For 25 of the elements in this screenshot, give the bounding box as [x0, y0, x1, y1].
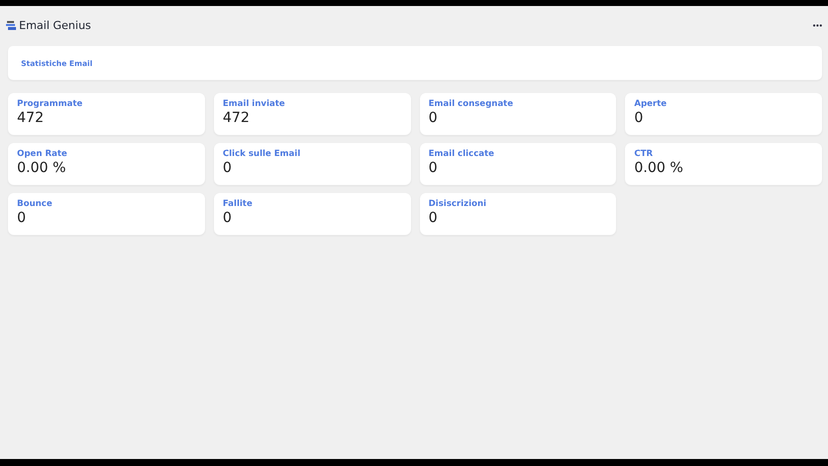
stat-label: CTR — [634, 149, 654, 159]
stat-label: Aperte — [634, 99, 668, 109]
stat-label: Click sulle Email — [222, 149, 302, 159]
stat-value: 0 — [222, 210, 233, 226]
stat-value: 472 — [17, 110, 45, 126]
stat-value: 0.00 % — [17, 160, 67, 176]
more-menu-icon[interactable] — [813, 24, 822, 26]
stat-label: Bounce — [17, 199, 54, 209]
stat-value: 0 — [17, 210, 27, 226]
stat-label: Email inviate — [222, 99, 286, 109]
stat-label: Email consegnate — [428, 99, 514, 109]
stat-value: 472 — [222, 110, 250, 126]
stat-value: 0 — [428, 110, 438, 126]
stat-label: Fallite — [222, 199, 254, 209]
stat-label: Programmate — [17, 99, 84, 109]
logo-icon — [6, 20, 16, 30]
stat-label: Email cliccate — [428, 149, 496, 159]
stat-label: Open Rate — [17, 149, 68, 159]
app-title: Email Genius — [19, 18, 92, 32]
stat-value: 0 — [428, 160, 438, 176]
stat-value: 0 — [428, 210, 438, 226]
stat-value: 0 — [634, 110, 644, 126]
stat-label: Disiscrizioni — [428, 199, 488, 209]
stat-value: 0.00 % — [634, 160, 684, 176]
stat-value: 0 — [222, 160, 233, 176]
